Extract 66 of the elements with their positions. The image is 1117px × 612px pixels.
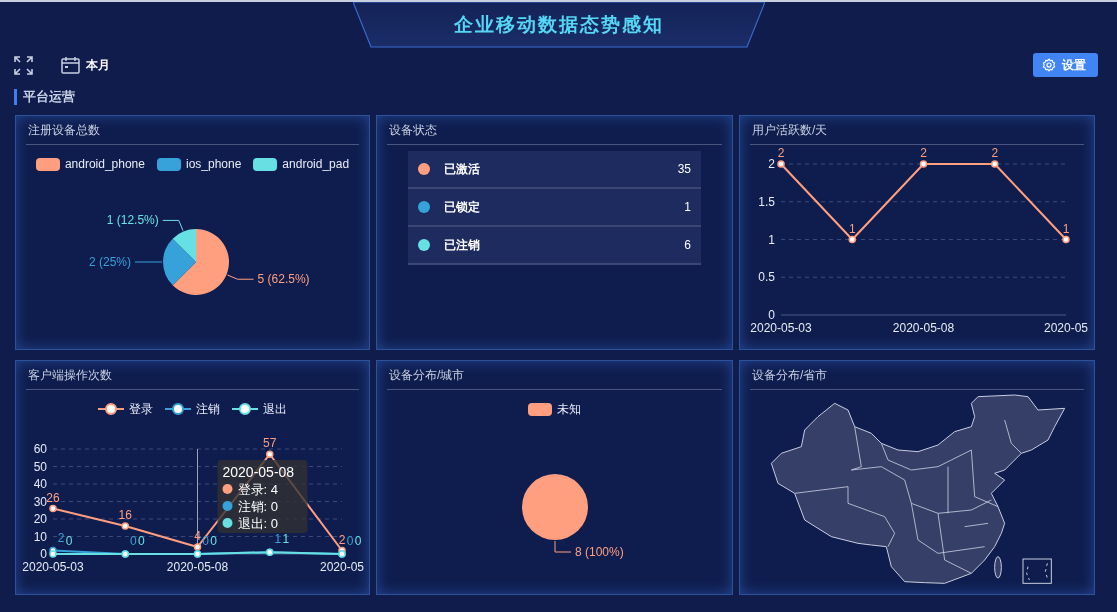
axis-label: 30 [33, 494, 47, 509]
axis-label: 2020-05-03 [750, 321, 812, 335]
tooltip-row: 注销: 0 [237, 499, 278, 514]
tooltip-row: 登录: 4 [237, 482, 278, 497]
data-label: 5 (62.5%) [257, 272, 310, 287]
legend-label: 注销 [196, 400, 220, 418]
data-label: 1 [282, 532, 290, 547]
data-label: 0 [354, 534, 362, 548]
axis-label: 1.5 [758, 194, 775, 209]
data-label: 0 [65, 534, 73, 548]
panel-title: 设备分布/城市 [388, 367, 466, 384]
data-label: 1 [848, 221, 856, 236]
tooltip-row: 退出: 0 [237, 516, 278, 531]
legend-label: android_phone [64, 157, 145, 171]
axis-label: 2020-05 [320, 560, 364, 574]
data-label: 2 [57, 530, 65, 545]
panel-title: 设备分布/省市 [751, 367, 829, 384]
data-label: 16 [118, 508, 132, 522]
data-label: 1 [1062, 221, 1070, 236]
legend-label: android_pad [282, 157, 350, 171]
status-count: 35 [677, 162, 691, 176]
axis-label: 2020-05-08 [166, 560, 229, 574]
legend-label: 退出 [263, 400, 287, 418]
data-label: 2 [920, 146, 927, 160]
axis-label: 40 [33, 477, 47, 491]
data-label: 26 [46, 490, 60, 505]
status-label: 已锁定 [444, 198, 481, 216]
legend-label: 未知 [557, 400, 581, 418]
data-label: 0 [129, 534, 137, 548]
axis-label: 0.5 [758, 270, 775, 285]
axis-label: 50 [33, 459, 47, 474]
legend-label: 登录 [129, 400, 153, 418]
axis-label: 2020-05 [1044, 321, 1088, 335]
legend-label: ios_phone [185, 157, 242, 171]
data-label: 1 (12.5%) [106, 213, 159, 228]
axis-label: 60 [33, 442, 47, 456]
data-label: 2 (25%) [88, 255, 131, 269]
data-label: 2 [338, 532, 346, 547]
axis-label: 2020-05-03 [22, 560, 84, 574]
status-label: 已激活 [444, 160, 481, 178]
data-label: 0 [137, 534, 145, 548]
axis-label: 2 [768, 157, 775, 171]
panel-title: 设备状态 [388, 122, 438, 139]
data-label: 2 [777, 146, 785, 160]
data-label: 57 [263, 436, 277, 451]
section-title: 平台运营 [23, 88, 75, 106]
data-label: 0 [202, 534, 209, 548]
data-label: 0 [346, 534, 354, 548]
axis-label: 10 [33, 529, 47, 544]
data-label: 8 (100%) [575, 545, 624, 559]
status-count: 1 [684, 200, 691, 214]
axis-label: 1 [768, 232, 775, 247]
panel-title: 注册设备总数 [27, 122, 101, 139]
axis-label: 0 [768, 308, 775, 322]
data-label: 1 [274, 532, 282, 547]
page-title: 企业移动数据态势感知 [453, 13, 664, 37]
status-label: 已注销 [444, 236, 481, 254]
axis-label: 20 [33, 512, 47, 526]
axis-label: 2020-05-08 [892, 321, 955, 335]
data-label: 0 [210, 534, 217, 548]
panel-title: 用户活跃数/天 [751, 122, 829, 139]
panel-title: 客户端操作次数 [27, 367, 113, 384]
data-label: 2 [991, 146, 999, 160]
status-count: 6 [684, 238, 691, 252]
tooltip-title: 2020-05-08 [222, 464, 295, 480]
axis-label: 0 [40, 547, 47, 561]
